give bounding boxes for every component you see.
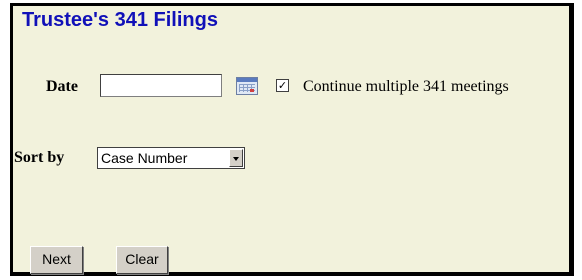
- page-title: Trustee's 341 Filings: [22, 9, 218, 31]
- date-input[interactable]: [100, 74, 222, 97]
- sort-by-value: Case Number: [101, 150, 188, 166]
- continue-meetings-label: Continue multiple 341 meetings: [303, 78, 509, 95]
- date-label: Date: [46, 78, 78, 95]
- sort-by-label: Sort by: [14, 149, 65, 166]
- calendar-icon[interactable]: [236, 77, 258, 95]
- filings-panel: Trustee's 341 Filings Date ✓ Continue mu…: [10, 3, 574, 276]
- chevron-down-icon[interactable]: [229, 149, 243, 167]
- continue-meetings-checkbox[interactable]: ✓: [276, 79, 289, 92]
- next-button[interactable]: Next: [30, 246, 83, 274]
- clear-button[interactable]: Clear: [116, 246, 168, 274]
- sort-by-select[interactable]: Case Number: [97, 147, 245, 169]
